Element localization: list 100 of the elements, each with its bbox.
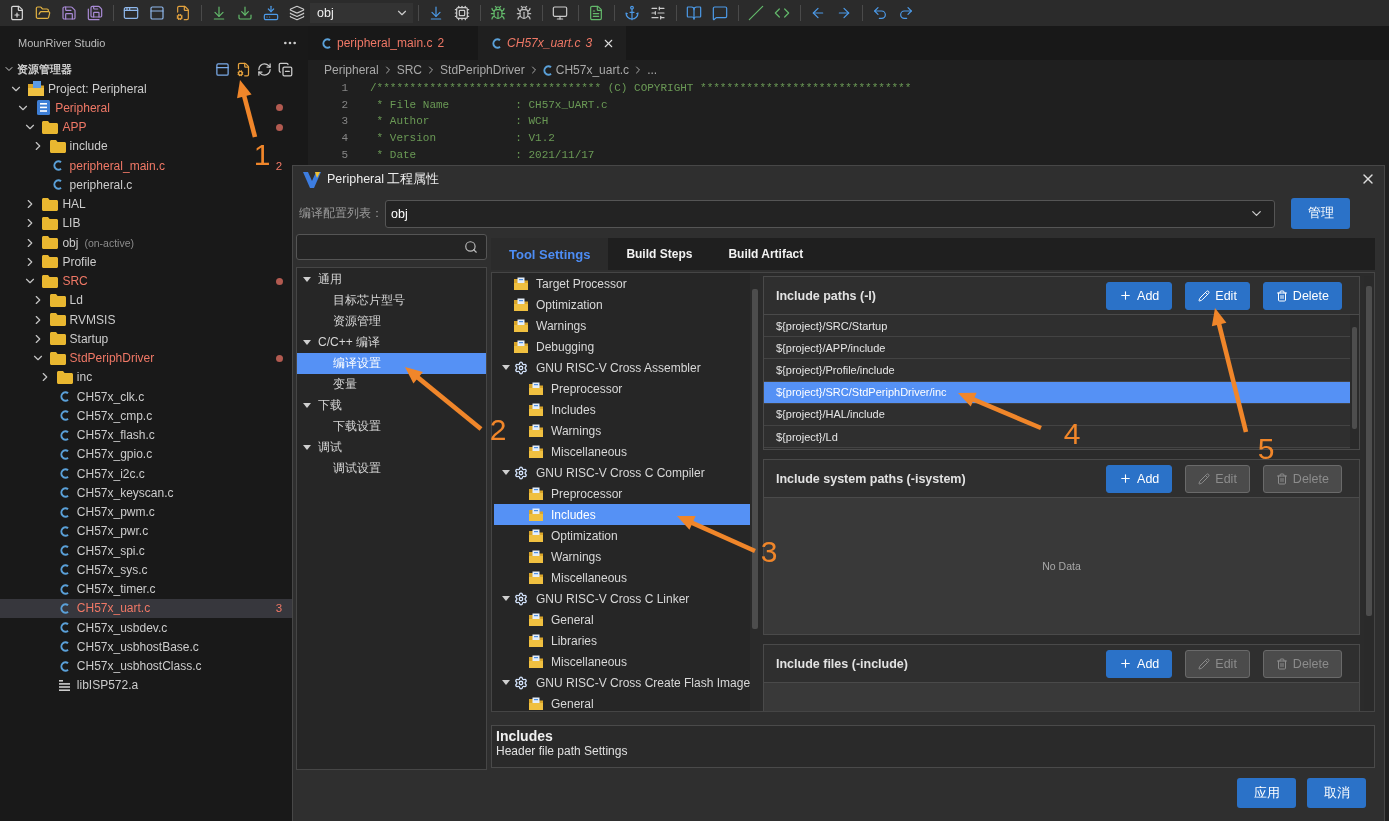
drive-download-icon[interactable] [263,5,279,21]
tree-item[interactable]: CH57x_sys.c [37,560,150,580]
category-item[interactable]: 通用 [297,269,486,290]
tree-item[interactable]: CH57x_gpio.c [37,444,155,464]
tree-item[interactable]: CH57x_usbdev.c [37,618,170,638]
category-item[interactable]: 资源管理 [297,311,486,332]
tool-tree-item[interactable]: Preprocessor [515,378,625,399]
settings-tab[interactable]: Build Artifact [710,238,822,270]
path-row[interactable]: ${project}/Profile/include [764,359,901,381]
tree-item[interactable]: SRC [23,271,90,291]
tree-item[interactable]: LIB [23,213,83,233]
speech-bubble-icon[interactable] [712,5,728,21]
tree-item[interactable]: CH57x_pwr.c [37,521,151,541]
tool-tree-item[interactable]: Miscellaneous [515,651,630,672]
edit-button[interactable]: Edit [1185,281,1250,310]
tool-tree-item[interactable]: Optimization [500,294,605,315]
anchor-icon[interactable] [624,5,640,21]
bug-icon[interactable] [490,5,506,21]
tree-item[interactable]: CH57x_usbhostClass.c [37,656,204,676]
path-row[interactable]: ${project}/SRC/Startup [764,315,894,337]
caret-down-icon[interactable] [303,445,311,450]
category-item[interactable]: 调试设置 [297,458,486,479]
tool-tree-item[interactable]: Preprocessor [515,483,625,504]
add-button[interactable]: Add [1106,281,1173,310]
explorer-title[interactable]: 资源管理器 [17,61,72,77]
redo-icon[interactable] [898,5,914,21]
add-button[interactable]: Add [1106,464,1173,493]
tree-item[interactable]: RVMSIS [30,310,118,330]
tool-tree-item[interactable]: GNU RISC-V Cross Create Flash Image [500,672,750,693]
tool-tree-item[interactable]: General [515,693,596,711]
tree-item[interactable]: peripheral.c [30,175,135,195]
tree-item[interactable]: CH57x_flash.c [37,425,157,445]
tree-item[interactable]: obj (on-active) [23,233,136,253]
undo-icon[interactable] [872,5,888,21]
tool-tree-item[interactable]: Optimization [515,525,620,546]
sliders-icon[interactable] [650,5,666,21]
tool-tree-item[interactable]: Warnings [515,420,604,441]
config-select[interactable]: obj [310,3,413,23]
bug-icon[interactable] [516,5,532,21]
stacked-squares-icon[interactable] [278,61,293,77]
folder-open-icon[interactable] [35,5,51,21]
tool-tree-item[interactable]: Libraries [515,630,600,651]
tool-tree-item[interactable]: Includes [515,399,598,420]
dialog-button[interactable]: 应用 [1237,778,1296,808]
tree-item[interactable]: CH57x_cmp.c [37,406,155,426]
tree-item[interactable]: CH57x_pwm.c [37,502,157,522]
caret-down-icon[interactable] [303,277,311,282]
category-item[interactable]: 下载设置 [297,416,486,437]
caret-down-icon[interactable] [303,403,311,408]
breadcrumb-item[interactable]: CH57x_uart.c [542,63,630,77]
tree-item[interactable]: CH57x_i2c.c [37,464,147,484]
file-gear-icon[interactable] [175,5,191,21]
tree-item[interactable]: HAL [23,194,88,214]
tool-tree-item[interactable]: Target Processor [500,273,629,294]
settings-tab[interactable]: Tool Settings [491,238,609,270]
manage-button[interactable]: 管理 [1291,198,1350,229]
panel-icon[interactable] [215,61,230,77]
tool-tree-item[interactable]: General [515,609,596,630]
tree-item[interactable]: CH57x_keyscan.c [37,483,176,503]
tree-item[interactable]: Profile [23,252,99,272]
tool-tree-item[interactable]: Miscellaneous [515,567,630,588]
tree-item[interactable]: peripheral_main.c [30,156,167,176]
settings-tab[interactable]: Build Steps [608,238,711,270]
category-item[interactable]: 下载 [297,395,486,416]
scrollbar-thumb[interactable] [1352,327,1357,429]
breadcrumb-item[interactable]: SRC [396,63,423,77]
tool-tree-item[interactable]: GNU RISC-V Cross C Compiler [500,462,707,483]
panel-icon[interactable] [149,5,165,21]
tree-item[interactable]: StdPeriphDriver [30,348,157,368]
dialog-button[interactable]: 取消 [1307,778,1366,808]
editor-tab[interactable]: CH57x_uart.c 3 [478,26,627,60]
download-line-icon[interactable] [211,5,227,21]
tree-item[interactable]: CH57x_clk.c [37,387,147,407]
tool-tree-item[interactable]: Warnings [500,315,589,336]
breadcrumb-item[interactable]: StdPeriphDriver [440,63,525,77]
tree-item[interactable]: Startup [30,329,111,349]
tree-item[interactable]: Peripheral [16,98,112,118]
tool-tree-item[interactable]: GNU RISC-V Cross C Linker [500,588,692,609]
category-item[interactable]: 变量 [297,374,486,395]
download-line-icon[interactable] [428,5,444,21]
path-row[interactable]: ${project}/Ld [764,425,844,448]
tool-tree-item[interactable]: Warnings [515,546,604,567]
tree-item[interactable]: CH57x_spi.c [37,541,147,561]
slash-icon[interactable] [748,5,764,21]
scrollbar-thumb[interactable] [1366,286,1372,616]
category-item[interactable]: C/C++ 编译 [297,332,486,353]
tree-item[interactable]: APP [23,117,89,137]
category-item[interactable]: 调试 [297,437,486,458]
search-field[interactable] [296,234,487,260]
delete-button[interactable]: Delete [1262,281,1342,310]
caret-down-icon[interactable] [303,340,311,345]
tool-tree-item[interactable]: Miscellaneous [515,441,630,462]
caret-down-icon[interactable] [502,470,510,475]
path-row[interactable]: ${project}/APP/include [764,337,892,359]
scrollbar-thumb[interactable] [752,289,758,629]
path-row[interactable]: ${project}/HAL/include [764,403,891,425]
breadcrumb-item[interactable]: ... [647,63,658,77]
caret-down-icon[interactable] [502,680,510,685]
file-gear-icon[interactable] [236,61,251,77]
book-icon[interactable] [686,5,702,21]
